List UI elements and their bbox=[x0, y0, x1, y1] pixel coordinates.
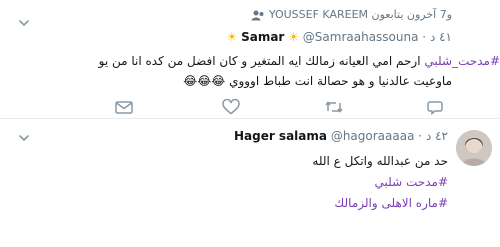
tweet-header: ☀ Samar ☀ @Samraahassouna · ٤١ د bbox=[227, 30, 453, 44]
sun-icon: ☀ bbox=[288, 30, 299, 44]
tweet-actions bbox=[0, 96, 500, 118]
author-handle[interactable]: @Samraahassouna bbox=[303, 30, 419, 44]
hashtag[interactable]: #مدحت_شلبي bbox=[424, 54, 500, 68]
tweet-text-line2-row: ماوعيت عالدنيا و هو حصالة انت طباط اوووي… bbox=[183, 72, 452, 90]
dm-button[interactable] bbox=[115, 99, 133, 115]
tweet-text-line: #مدحت شلبي bbox=[375, 173, 448, 191]
tweet-menu-chevron-icon[interactable] bbox=[18, 129, 30, 141]
author-handle[interactable]: @hagoraaaaa bbox=[331, 129, 415, 143]
header-separator: · bbox=[422, 30, 427, 44]
tweet-text-line2: ماوعيت عالدنيا و هو حصالة انت طباط اوووي bbox=[229, 74, 452, 88]
tweet-time[interactable]: ٤١ د bbox=[430, 30, 452, 44]
header-separator: · bbox=[418, 129, 423, 143]
retweet-button[interactable] bbox=[325, 99, 343, 115]
tweet-text-line: #ماره الاهلى والزمالك bbox=[334, 194, 448, 212]
social-context-text: YOUSSEF KAREEM و7 آخرون يتابعون bbox=[268, 8, 452, 21]
tweet-text-line1: ارحم امي العيانه زمالك ايه المتغير و كان… bbox=[98, 54, 421, 68]
social-context-icon bbox=[251, 9, 265, 21]
heart-icon bbox=[222, 98, 240, 115]
tweet[interactable]: YOUSSEF KAREEM و7 آخرون يتابعون ☀ Samar … bbox=[0, 0, 500, 118]
tweet-text: حد من عبدالله واتكل ع الله bbox=[312, 154, 448, 168]
author-name[interactable]: Hager salama bbox=[234, 129, 327, 143]
sun-icon: ☀ bbox=[226, 30, 238, 44]
social-context: YOUSSEF KAREEM و7 آخرون يتابعون bbox=[251, 8, 452, 21]
reply-icon bbox=[427, 101, 443, 116]
tweet-text-line: حد من عبدالله واتكل ع الله bbox=[312, 152, 448, 170]
author-name[interactable]: Samar bbox=[241, 30, 284, 44]
like-button[interactable] bbox=[222, 98, 240, 115]
reply-button[interactable] bbox=[427, 99, 443, 116]
tweet[interactable]: Hager salama @hagoraaaaa · ٤٢ د حد من عب… bbox=[0, 119, 500, 247]
tweet-menu-chevron-icon[interactable] bbox=[18, 14, 30, 26]
tweet-text: #مدحت_شلبي ارحم امي العيانه زمالك ايه ال… bbox=[99, 52, 500, 70]
hashtag[interactable]: #ماره الاهلى والزمالك bbox=[334, 196, 448, 210]
tweet-time[interactable]: ٤٢ د bbox=[426, 129, 448, 143]
avatar[interactable] bbox=[456, 130, 492, 166]
envelope-icon bbox=[115, 101, 133, 114]
hashtag[interactable]: #مدحت شلبي bbox=[375, 175, 448, 189]
emoji: 😂😂😂 bbox=[183, 74, 226, 88]
tweet-header: Hager salama @hagoraaaaa · ٤٢ د bbox=[234, 129, 448, 143]
retweet-icon bbox=[325, 101, 343, 113]
